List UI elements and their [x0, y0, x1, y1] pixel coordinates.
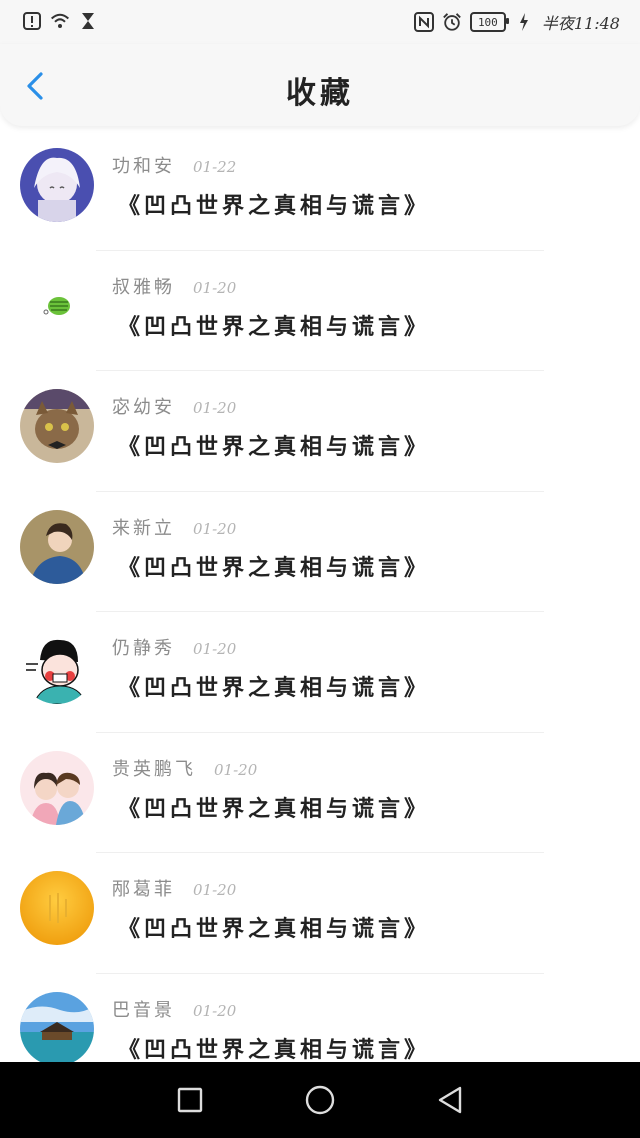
user-name: 来新立	[112, 517, 175, 539]
book-title[interactable]: 《凹凸世界之真相与谎言》	[118, 429, 430, 461]
user-name: 宓幼安	[112, 397, 175, 418]
user-name: 邴葛菲	[112, 879, 175, 900]
list-item[interactable]: 功和安 01-22 《凹凸世界之真相与谎言》	[0, 130, 640, 251]
favorites-list: 功和安 01-22 《凹凸世界之真相与谎言》 叔雅畅 01-20 《凹凸世界之真…	[0, 130, 640, 1094]
alarm-icon	[442, 11, 462, 33]
user-avatar[interactable]	[20, 268, 94, 343]
user-name: 贵英鹏飞	[112, 758, 196, 780]
user-name: 巴音景	[112, 999, 175, 1021]
list-item[interactable]: 邴葛菲 01-20 《凹凸世界之真相与谎言》	[0, 853, 640, 974]
item-meta: 巴音景 01-20	[112, 996, 236, 1022]
page-title: 收藏	[286, 76, 354, 111]
wifi-icon	[50, 10, 70, 32]
app-header: 收藏	[0, 44, 640, 126]
item-meta: 宓幼安 01-20	[112, 393, 236, 419]
back-triangle-icon	[438, 1086, 462, 1114]
item-meta: 邴葛菲 01-20	[112, 875, 236, 901]
nfc-icon	[413, 11, 434, 33]
book-title[interactable]: 《凹凸世界之真相与谎言》	[118, 309, 430, 341]
book-title[interactable]: 《凹凸世界之真相与谎言》	[118, 791, 430, 823]
item-date: 01-20	[193, 519, 237, 538]
user-name: 功和安	[112, 156, 175, 177]
recents-button[interactable]	[170, 1080, 210, 1120]
book-title[interactable]: 《凹凸世界之真相与谎言》	[118, 670, 430, 702]
list-item[interactable]: 仍静秀 01-20 《凹凸世界之真相与谎言》	[0, 612, 640, 733]
user-avatar[interactable]	[20, 148, 94, 222]
alert-icon	[22, 10, 42, 32]
user-avatar[interactable]	[20, 509, 94, 584]
status-time: 半夜11:48	[541, 14, 620, 33]
item-date: 01-20	[193, 399, 237, 417]
hourglass-icon	[78, 10, 98, 32]
user-name: 叔雅畅	[112, 276, 175, 298]
book-title[interactable]: 《凹凸世界之真相与谎言》	[118, 911, 430, 943]
item-meta: 仍静秀 01-20	[112, 634, 236, 660]
book-title[interactable]: 《凹凸世界之真相与谎言》	[118, 550, 430, 582]
book-title[interactable]: 《凹凸世界之真相与谎言》	[118, 1032, 430, 1064]
item-date: 01-20	[193, 881, 237, 899]
item-meta: 贵英鹏飞 01-20	[112, 755, 257, 781]
status-right-icons: 100 半夜11:48	[413, 10, 620, 34]
user-avatar[interactable]	[20, 630, 94, 704]
system-nav-bar	[0, 1062, 640, 1138]
user-avatar[interactable]	[20, 991, 94, 1066]
user-avatar[interactable]	[20, 750, 94, 825]
list-item[interactable]: 宓幼安 01-20 《凹凸世界之真相与谎言》	[0, 371, 640, 492]
item-meta: 来新立 01-20	[112, 514, 236, 540]
user-name: 仍静秀	[112, 638, 175, 659]
list-item[interactable]: 叔雅畅 01-20 《凹凸世界之真相与谎言》	[0, 251, 640, 371]
item-date: 01-20	[214, 760, 258, 779]
list-item[interactable]: 贵英鹏飞 01-20 《凹凸世界之真相与谎言》	[0, 733, 640, 853]
status-bar: 100 半夜11:48	[0, 0, 640, 44]
recents-square-icon	[177, 1087, 203, 1113]
user-avatar[interactable]	[20, 389, 94, 463]
home-circle-icon	[305, 1085, 335, 1115]
battery-indicator: 100	[469, 12, 509, 32]
charging-icon	[514, 11, 534, 33]
item-date: 01-20	[193, 278, 237, 297]
status-left-icons	[22, 10, 98, 32]
back-nav-button[interactable]	[430, 1080, 470, 1120]
item-date: 01-22	[193, 158, 237, 176]
item-meta: 叔雅畅 01-20	[112, 273, 236, 299]
home-button[interactable]	[300, 1080, 340, 1120]
item-meta: 功和安 01-22	[112, 152, 236, 178]
user-avatar[interactable]	[20, 871, 94, 945]
list-item[interactable]: 来新立 01-20 《凹凸世界之真相与谎言》	[0, 492, 640, 612]
item-date: 01-20	[193, 640, 237, 658]
item-date: 01-20	[193, 1001, 237, 1020]
book-title[interactable]: 《凹凸世界之真相与谎言》	[118, 188, 430, 220]
